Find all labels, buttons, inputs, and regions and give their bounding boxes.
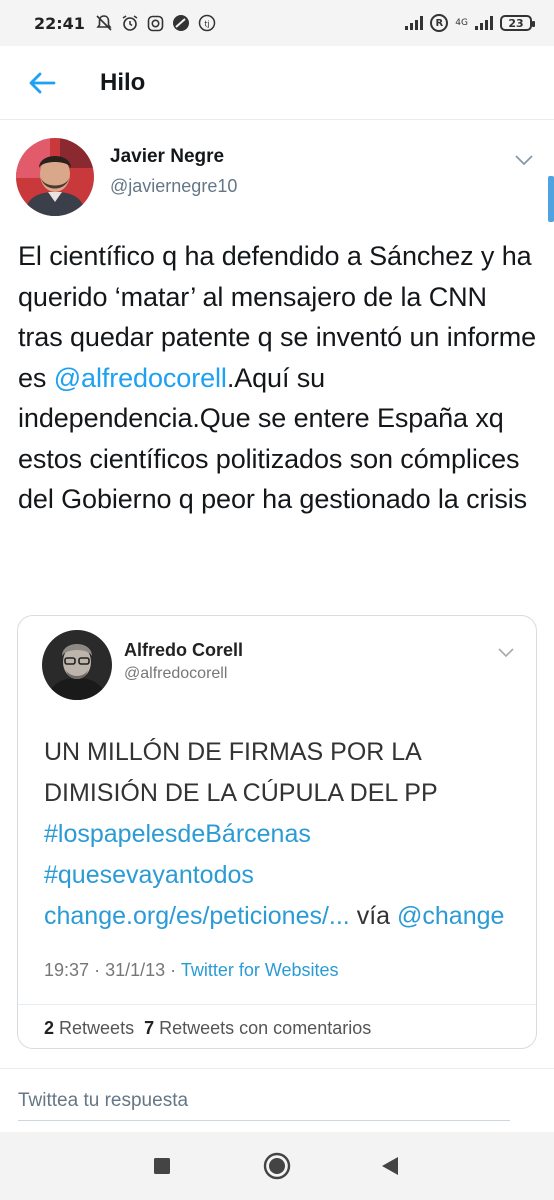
- status-bar: 22:41 tj R 4G 23: [0, 0, 554, 46]
- reply-input[interactable]: [18, 1087, 510, 1121]
- retweets-stat[interactable]: 2 Retweets: [44, 1018, 134, 1038]
- via-mention-link[interactable]: @change: [397, 902, 504, 930]
- reply-bar: [0, 1068, 554, 1132]
- recents-button[interactable]: [142, 1146, 182, 1186]
- quoted-tweet-text: UN MILLÓN DE FIRMAS POR LA DIMISIÓN DE L…: [44, 732, 524, 937]
- svg-text:tj: tj: [204, 20, 209, 29]
- divider: [18, 1004, 536, 1005]
- separator: ·: [94, 960, 101, 980]
- mention-link[interactable]: @alfredocorell: [54, 363, 227, 393]
- network-type: 4G: [455, 17, 468, 28]
- tweet-author: Javier Negre @javiernegre10: [16, 138, 540, 218]
- back-button[interactable]: [370, 1146, 410, 1186]
- alarm-icon: [122, 15, 138, 31]
- quotes-label: Retweets con comentarios: [159, 1018, 372, 1038]
- page-title: Hilo: [100, 68, 146, 96]
- author-handle[interactable]: @javiernegre10: [110, 176, 237, 197]
- quoted-source-link[interactable]: Twitter for Websites: [181, 960, 339, 980]
- quoted-author-handle[interactable]: @alfredocorell: [124, 665, 243, 683]
- instagram-icon: [147, 15, 164, 31]
- quoted-date: 31/1/13: [105, 960, 166, 980]
- back-arrow-icon[interactable]: [22, 63, 62, 103]
- battery-icon: 23: [500, 15, 535, 31]
- quoted-author-name[interactable]: Alfredo Corell: [124, 640, 243, 661]
- via-label: vía: [356, 902, 391, 930]
- app-icon: [172, 15, 189, 31]
- author-name[interactable]: Javier Negre: [110, 146, 237, 168]
- back-triangle-icon: [382, 1157, 398, 1175]
- quoted-tweet-meta: 19:37 · 31/1/13 · Twitter for Websites: [44, 960, 339, 981]
- navigation-bar: [0, 1132, 554, 1200]
- header: Hilo: [0, 46, 554, 120]
- quotes-count: 7: [144, 1018, 155, 1038]
- home-button[interactable]: [257, 1146, 297, 1186]
- tj-icon: tj: [198, 14, 216, 32]
- quoted-tweet-stats: 2 Retweets 7 Retweets con comentarios: [44, 1018, 371, 1039]
- quoted-time: 19:37: [44, 960, 90, 980]
- external-link[interactable]: change.org/es/peticiones/...: [44, 902, 350, 930]
- quoted-tweet-card[interactable]: Alfredo Corell @alfredocorell UN MILLÓN …: [17, 615, 537, 1049]
- square-icon: [154, 1158, 170, 1174]
- quoted-text-main: UN MILLÓN DE FIRMAS POR LA DIMISIÓN DE L…: [44, 738, 438, 807]
- scrollbar[interactable]: [548, 176, 554, 222]
- status-notification-icons: tj: [95, 14, 216, 32]
- notifications-off-icon: [96, 15, 112, 31]
- signal-icon-2: [475, 16, 493, 30]
- quotes-stat[interactable]: 7 Retweets con comentarios: [144, 1018, 371, 1038]
- hashtag-link[interactable]: #lospapelesdeBárcenas: [44, 820, 311, 848]
- quoted-avatar[interactable]: [42, 630, 112, 700]
- retweets-label: Retweets: [59, 1018, 135, 1038]
- status-time: 22:41: [34, 13, 85, 33]
- separator: ·: [170, 960, 177, 980]
- signal-icon: [405, 16, 424, 30]
- retweets-count: 2: [44, 1018, 55, 1038]
- roaming-icon: R: [430, 14, 449, 32]
- hashtag-link[interactable]: #quesevayantodos: [44, 861, 254, 889]
- status-system-icons: R 4G 23: [405, 14, 535, 32]
- circle-icon: [263, 1152, 291, 1180]
- chevron-down-icon[interactable]: [512, 148, 536, 172]
- tweet-text: El científico q ha defendido a Sánchez y…: [18, 236, 538, 520]
- quoted-chevron-down-icon[interactable]: [496, 642, 516, 662]
- avatar[interactable]: [16, 138, 94, 216]
- quoted-tweet-author: Alfredo Corell @alfredocorell: [42, 630, 243, 700]
